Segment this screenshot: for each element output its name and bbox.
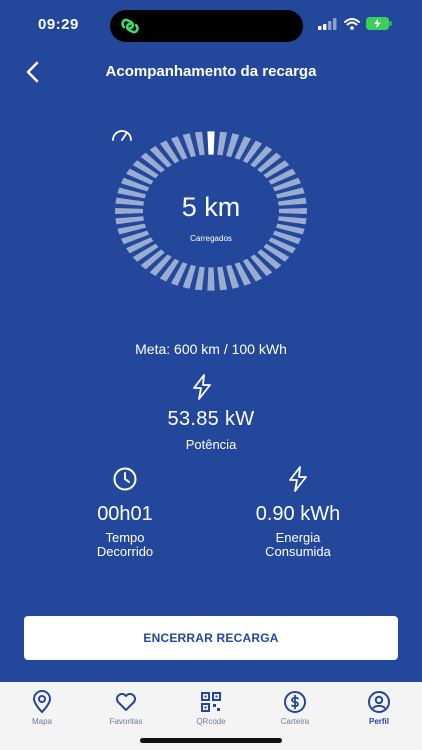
energy-value: 0.90 kWh xyxy=(255,503,341,525)
end-charging-button[interactable]: ENCERRAR RECARGA xyxy=(24,616,398,660)
heart-icon xyxy=(116,693,136,711)
tab-qrcode-label: QRcode xyxy=(196,717,226,726)
tab-favorites-label: Favoritas xyxy=(109,717,143,726)
dynamic-island xyxy=(110,10,303,42)
charge-gauge: 5 km Carregados xyxy=(111,128,311,294)
battery-charging-icon xyxy=(366,17,392,30)
tab-qrcode[interactable]: QRcode xyxy=(176,690,246,726)
wifi-icon xyxy=(344,17,360,30)
power-label: Potência xyxy=(185,437,237,452)
speedometer-icon xyxy=(112,130,132,141)
elapsed-time-value: 00h01 xyxy=(97,503,153,525)
elapsed-time-label-1: Tempo xyxy=(105,530,145,545)
gauge-center: 5 km Carregados xyxy=(111,128,311,294)
elapsed-time-stat: 00h01 Tempo Decorrido xyxy=(45,466,205,558)
tab-favorites[interactable]: Favoritas xyxy=(91,690,161,726)
bolt-icon xyxy=(289,466,307,492)
dollar-icon xyxy=(284,691,306,713)
page-title: Acompanhamento da recarga xyxy=(105,63,317,80)
home-indicator xyxy=(140,738,282,743)
qrcode-icon xyxy=(201,692,221,712)
clock-icon xyxy=(113,467,137,491)
energy-label-1: Energia xyxy=(275,530,321,545)
km-charged-label: Carregados xyxy=(190,234,232,243)
tab-map[interactable]: Mapa xyxy=(7,690,77,726)
status-time: 09:29 xyxy=(38,16,79,33)
user-icon xyxy=(368,691,390,713)
km-charged-value: 5 km xyxy=(181,192,241,222)
tab-wallet-label: Carteira xyxy=(280,717,310,726)
status-icons xyxy=(318,17,392,30)
tab-profile[interactable]: Perfil xyxy=(344,690,414,726)
status-bar: 09:29 xyxy=(0,0,422,50)
goal-text: Meta: 600 km / 100 kWh xyxy=(135,341,287,357)
header: Acompanhamento da recarga xyxy=(0,55,422,89)
energy-stat: 0.90 kWh Energia Consumida xyxy=(218,466,378,558)
power-value: 53.85 kW xyxy=(167,408,255,430)
tab-profile-label: Perfil xyxy=(368,717,389,726)
tab-map-label: Mapa xyxy=(31,717,52,726)
signal-icon xyxy=(318,17,337,30)
map-pin-icon xyxy=(32,690,52,714)
bolt-icon xyxy=(193,374,211,400)
app-link-icon xyxy=(121,18,139,34)
energy-label-2: Consumida xyxy=(265,544,331,559)
elapsed-time-label-2: Decorrido xyxy=(96,544,154,559)
tab-wallet[interactable]: Carteira xyxy=(260,690,330,726)
